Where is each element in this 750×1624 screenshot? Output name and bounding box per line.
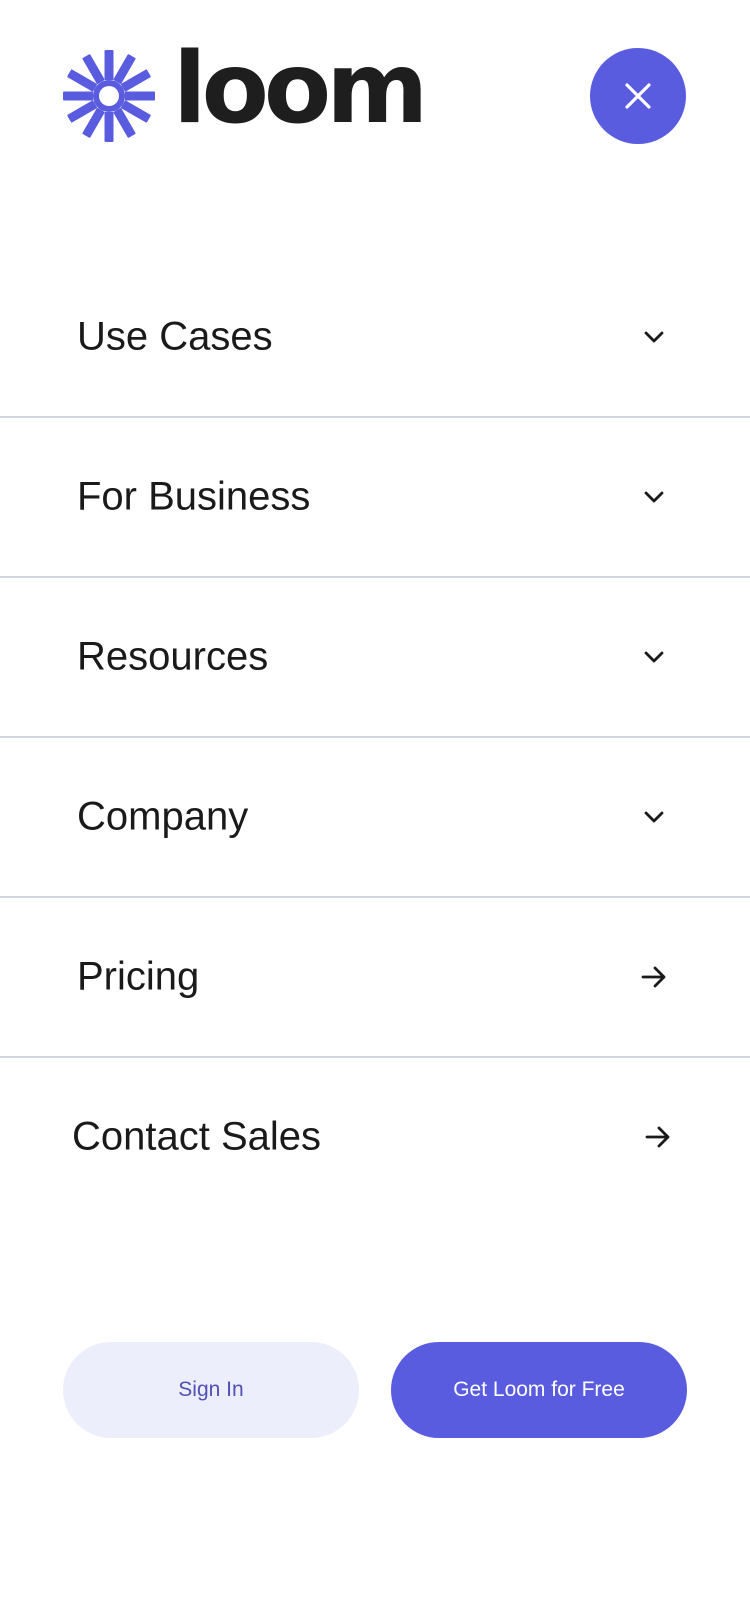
menu-item-for-business[interactable]: For Business (0, 418, 750, 578)
auth-actions: Sign In Get Loom for Free (63, 1342, 687, 1438)
menu-item-contact-sales[interactable]: Contact Sales (0, 1058, 750, 1216)
chevron-down-icon (640, 483, 668, 511)
loom-logo[interactable]: loom (63, 40, 428, 142)
menu-item-company[interactable]: Company (0, 738, 750, 898)
chevron-down-icon (640, 323, 668, 351)
menu-item-use-cases[interactable]: Use Cases (0, 258, 750, 418)
sign-in-button[interactable]: Sign In (63, 1342, 359, 1438)
loom-starburst-icon (63, 50, 155, 142)
arrow-right-icon (640, 963, 668, 991)
nav-menu: Use Cases For Business Resources Company… (0, 258, 750, 1216)
header: loom (0, 0, 750, 200)
chevron-down-icon (640, 803, 668, 831)
menu-item-pricing[interactable]: Pricing (0, 898, 750, 1058)
menu-item-label: For Business (77, 474, 311, 519)
close-menu-button[interactable] (590, 48, 686, 144)
menu-item-label: Pricing (77, 954, 200, 999)
logo-wordmark: loom (173, 32, 428, 146)
menu-item-label: Resources (77, 634, 269, 679)
menu-item-resources[interactable]: Resources (0, 578, 750, 738)
menu-item-label: Use Cases (77, 314, 273, 359)
close-icon (625, 83, 651, 109)
chevron-down-icon (640, 643, 668, 671)
get-loom-free-button[interactable]: Get Loom for Free (391, 1342, 687, 1438)
arrow-right-icon (644, 1123, 672, 1151)
menu-item-label: Company (77, 794, 249, 839)
menu-item-label: Contact Sales (72, 1114, 322, 1159)
